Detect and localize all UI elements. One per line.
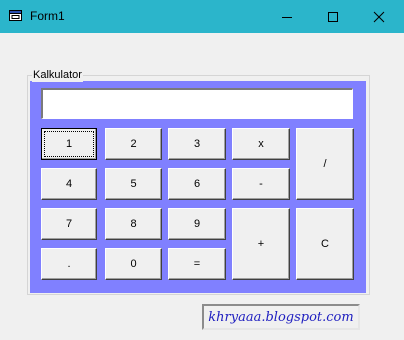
close-icon [373,11,385,23]
add-button[interactable]: + [232,208,290,280]
calculator-display[interactable] [41,88,353,119]
button-3[interactable]: 3 [168,128,226,160]
button-7[interactable]: 7 [41,208,97,240]
equals-button[interactable]: = [168,248,226,280]
button-1[interactable]: 1 [41,128,97,160]
button-8[interactable]: 8 [105,208,162,240]
close-button[interactable] [356,0,402,33]
maximize-icon [327,11,339,23]
title-bar[interactable]: Form1 [0,0,404,33]
button-0[interactable]: 0 [105,248,162,280]
divide-button[interactable]: / [296,128,354,200]
multiply-button[interactable]: x [232,128,290,160]
button-2[interactable]: 2 [105,128,162,160]
button-4[interactable]: 4 [41,168,97,200]
window-title: Form1 [30,9,65,23]
app-icon[interactable] [9,9,23,23]
button-6[interactable]: 6 [168,168,226,200]
button-9[interactable]: 9 [168,208,226,240]
clear-button[interactable]: C [296,208,354,280]
blog-watermark: khryaaa.blogspot.com [202,304,360,330]
subtract-button[interactable]: - [232,168,290,200]
button-5[interactable]: 5 [105,168,162,200]
minimize-button[interactable] [264,0,310,33]
decimal-button[interactable]: . [41,248,97,280]
maximize-button[interactable] [310,0,356,33]
groupbox-title: Kalkulator [32,68,83,82]
minimize-icon [281,11,293,23]
